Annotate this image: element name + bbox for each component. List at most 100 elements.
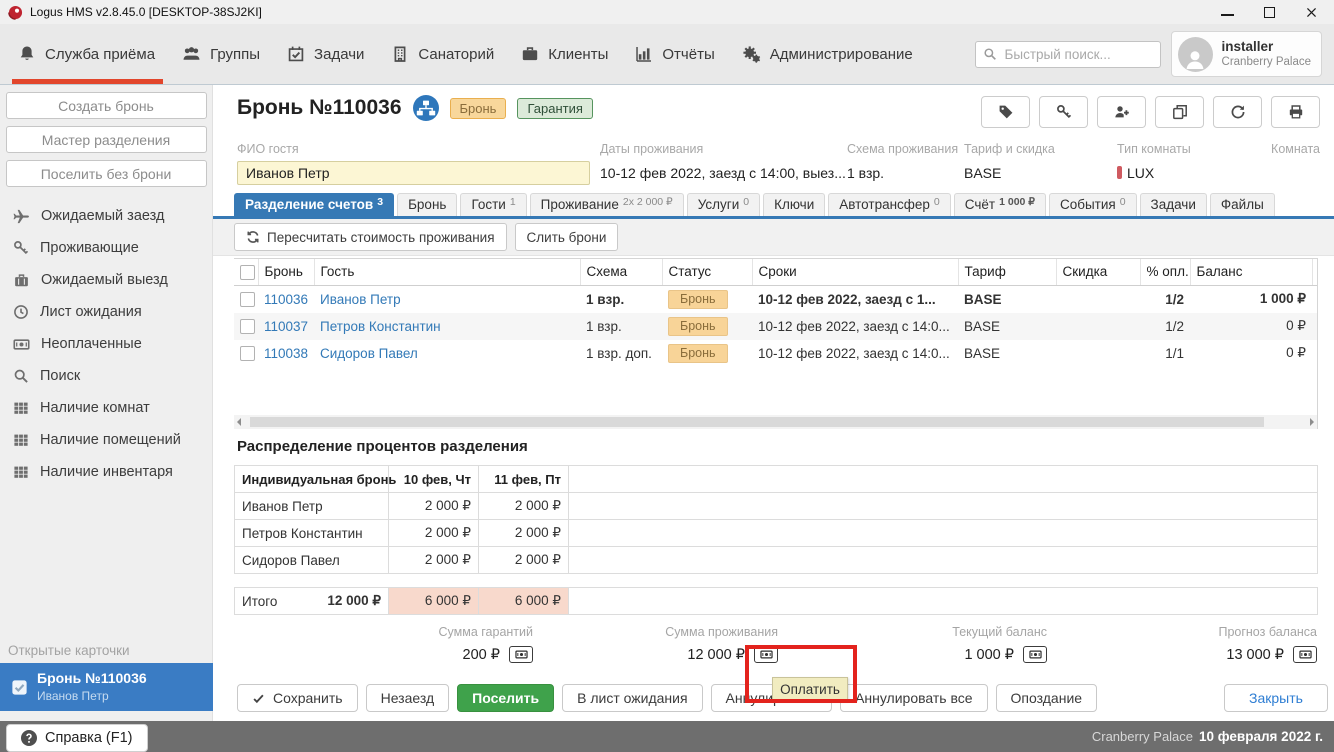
split-amount-cell[interactable]: 2 000 ₽ xyxy=(479,547,569,574)
to-waitlist-button[interactable]: В лист ожидания xyxy=(562,684,702,712)
split-amount-cell[interactable]: 2 000 ₽ xyxy=(389,547,479,574)
scroll-left-arrow[interactable] xyxy=(237,418,241,426)
nav-item-reports[interactable]: Отчёты xyxy=(635,24,714,84)
tab-events[interactable]: События0 xyxy=(1049,193,1137,216)
sidebar-item-inventory-availability[interactable]: Наличие инвентаря xyxy=(0,456,212,488)
split-amount-cell[interactable]: 2 000 ₽ xyxy=(479,493,569,520)
table-row[interactable]: 110037 Петров Константин 1 взр. Бронь 10… xyxy=(234,313,1318,340)
nav-item-reception[interactable]: Служба приёма xyxy=(18,24,155,84)
sidebar-item-room-availability[interactable]: Наличие комнат xyxy=(0,392,212,424)
tab-keys[interactable]: Ключи xyxy=(763,193,825,216)
col-tariff[interactable]: Тариф xyxy=(958,259,1056,285)
col-balance[interactable]: Баланс xyxy=(1190,259,1312,285)
col-dates[interactable]: Сроки xyxy=(752,259,958,285)
col-scheme[interactable]: Схема xyxy=(580,259,662,285)
user-chip[interactable]: installer Cranberry Palace xyxy=(1171,31,1322,77)
table-row[interactable]: 110036 Иванов Петр 1 взр. Бронь 10-12 фе… xyxy=(234,285,1318,313)
col-discount[interactable]: Скидка xyxy=(1056,259,1140,285)
guest-link[interactable]: Сидоров Павел xyxy=(320,346,418,361)
bookings-table: Бронь Гость Схема Статус Сроки Тариф Ски… xyxy=(234,258,1318,429)
table-row[interactable]: 110038 Сидоров Павел 1 взр. доп. Бронь 1… xyxy=(234,340,1318,367)
guest-link[interactable]: Петров Константин xyxy=(320,319,441,334)
booking-id-link[interactable]: 110037 xyxy=(264,319,308,334)
guest-link[interactable]: Иванов Петр xyxy=(320,292,401,307)
split-row[interactable]: Иванов Петр 2 000 ₽ 2 000 ₽ xyxy=(235,493,1318,520)
tab-services[interactable]: Услуги0 xyxy=(687,193,760,216)
save-button[interactable]: Сохранить xyxy=(237,684,358,712)
split-master-button[interactable]: Мастер разделения xyxy=(6,126,207,153)
col-booking[interactable]: Бронь xyxy=(258,259,314,285)
split-row[interactable]: Петров Константин 2 000 ₽ 2 000 ₽ xyxy=(235,520,1318,547)
sidebar-item-expected-departure[interactable]: Ожидаемый выезд xyxy=(0,264,212,296)
pay-accommodation-button[interactable] xyxy=(754,646,778,663)
split-row[interactable]: Сидоров Павел 2 000 ₽ 2 000 ₽ xyxy=(235,547,1318,574)
col-paid-pct[interactable]: % опл... xyxy=(1140,259,1190,285)
split-amount-cell[interactable]: 2 000 ₽ xyxy=(479,520,569,547)
recalculate-cost-button[interactable]: Пересчитать стоимость проживания xyxy=(234,223,507,251)
row-checkbox[interactable] xyxy=(240,292,255,307)
booking-id-link[interactable]: 110036 xyxy=(264,292,308,307)
row-checkbox[interactable] xyxy=(240,346,255,361)
sidebar-item-in-house[interactable]: Проживающие xyxy=(0,232,212,264)
quick-search-box[interactable] xyxy=(975,41,1161,68)
quick-search-input[interactable] xyxy=(1003,46,1153,63)
tab-booking[interactable]: Бронь xyxy=(397,193,457,216)
row-checkbox[interactable] xyxy=(240,319,255,334)
sidebar-item-search[interactable]: Поиск xyxy=(0,360,212,392)
close-button[interactable] xyxy=(1305,6,1318,19)
nav-item-clients[interactable]: Клиенты xyxy=(521,24,608,84)
booking-id-link[interactable]: 110038 xyxy=(264,346,308,361)
select-all-checkbox[interactable] xyxy=(240,265,255,280)
col-guest[interactable]: Гость xyxy=(314,259,580,285)
tab-files[interactable]: Файлы xyxy=(1210,193,1275,216)
tab-invoice[interactable]: Счёт1 000 ₽ xyxy=(954,193,1046,216)
tab-split-invoices[interactable]: Разделение счетов3 xyxy=(234,193,394,216)
guest-name-input[interactable] xyxy=(237,161,590,185)
tag-button[interactable] xyxy=(981,96,1030,128)
checkin-without-booking-button[interactable]: Поселить без брони xyxy=(6,160,207,187)
horizontal-scrollbar[interactable] xyxy=(234,415,1317,429)
cancel-all-button[interactable]: Аннулировать все xyxy=(840,684,987,712)
col-status[interactable]: Статус xyxy=(662,259,752,285)
keys-button[interactable] xyxy=(1039,96,1088,128)
col-cut[interactable]: Г xyxy=(1312,259,1318,285)
copy-button[interactable] xyxy=(1155,96,1204,128)
split-amount-cell[interactable]: 2 000 ₽ xyxy=(389,493,479,520)
sidebar-item-unpaid[interactable]: Неоплаченные xyxy=(0,328,212,360)
create-booking-button[interactable]: Создать бронь xyxy=(6,92,207,119)
pay-guarantee-button[interactable] xyxy=(509,646,533,663)
nav-item-groups[interactable]: Группы xyxy=(182,24,260,84)
merge-bookings-button[interactable]: Слить брони xyxy=(515,223,619,251)
late-arrival-button[interactable]: Опоздание xyxy=(996,684,1098,712)
tab-guests[interactable]: Гости1 xyxy=(460,193,526,216)
history-button[interactable] xyxy=(1213,96,1262,128)
help-button[interactable]: Справка (F1) xyxy=(6,724,148,752)
sidebar-item-waitlist[interactable]: Лист ожидания xyxy=(0,296,212,328)
tab-accommodation[interactable]: Проживание2х 2 000 ₽ xyxy=(530,193,684,216)
pay-forecast-button[interactable] xyxy=(1293,646,1317,663)
banknote-icon xyxy=(1299,648,1312,661)
nav-item-administration[interactable]: Администрирование xyxy=(742,24,913,84)
sidebar-item-expected-arrival[interactable]: Ожидаемый заезд xyxy=(0,200,212,232)
scroll-right-arrow[interactable] xyxy=(1310,418,1314,426)
split-amount-cell[interactable]: 2 000 ₽ xyxy=(389,520,479,547)
nav-item-tasks[interactable]: Задачи xyxy=(287,24,364,84)
tab-autotransfer[interactable]: Автотрансфер0 xyxy=(828,193,951,216)
print-button[interactable] xyxy=(1271,96,1320,128)
open-card-booking[interactable]: Бронь №110036 Иванов Петр xyxy=(0,663,213,711)
sidebar-item-space-availability[interactable]: Наличие помещений xyxy=(0,424,212,456)
no-show-button[interactable]: Незаезд xyxy=(366,684,450,712)
close-card-button[interactable]: Закрыть xyxy=(1224,684,1328,712)
check-in-button[interactable]: Поселить xyxy=(457,684,554,712)
bar-chart-icon xyxy=(635,45,653,63)
scrollbar-thumb[interactable] xyxy=(250,417,1264,427)
user-name: installer xyxy=(1222,38,1311,56)
pay-balance-button[interactable] xyxy=(1023,646,1047,663)
add-guest-button[interactable] xyxy=(1097,96,1146,128)
nav-item-sanatorium[interactable]: Санаторий xyxy=(391,24,494,84)
maximize-button[interactable] xyxy=(1264,7,1275,18)
minimize-button[interactable] xyxy=(1221,13,1234,16)
org-structure-icon[interactable] xyxy=(413,95,439,121)
forecast-balance-group: Прогноз баланса 13 000 ₽ xyxy=(1218,625,1317,663)
tab-tasks[interactable]: Задачи xyxy=(1140,193,1207,216)
